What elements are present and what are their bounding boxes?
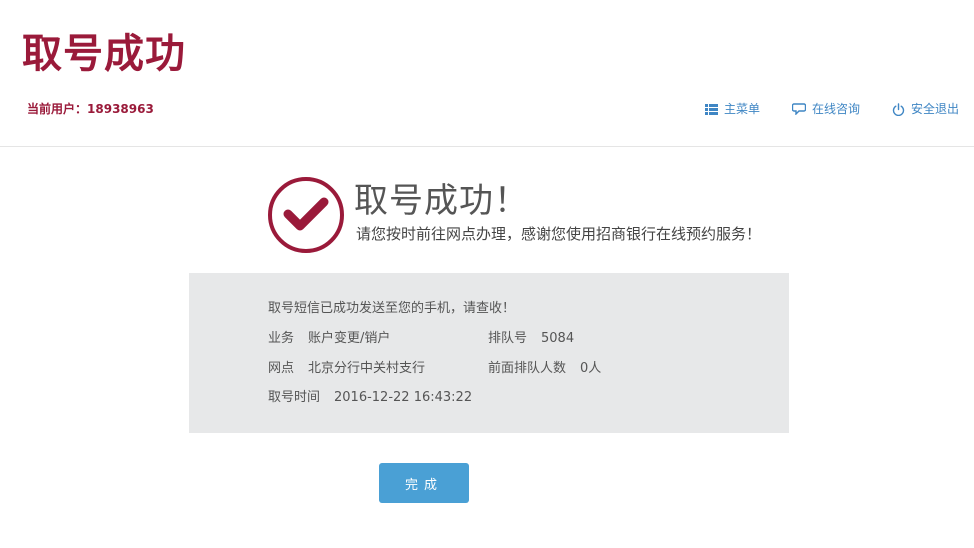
ticket-info-panel: 取号短信已成功发送至您的手机，请查收！ 业务 账户变更/销户 排队号 5084 网点… (189, 273, 789, 433)
nav-logout[interactable]: 安全退出 (892, 100, 959, 118)
current-user: 当前用户：18938963 (27, 101, 155, 117)
queue-number-value: 5084 (541, 331, 575, 346)
check-circle-icon (268, 177, 344, 253)
people-ahead-label: 前面排队人数 (488, 361, 567, 376)
success-heading: 取号成功！ (354, 181, 529, 221)
business-value: 账户变更/销户 (308, 331, 391, 346)
power-icon (892, 102, 905, 116)
queue-number-label: 排队号 (488, 331, 528, 346)
sms-notice: 取号短信已成功发送至您的手机，请查收！ (268, 301, 516, 316)
current-user-label: 当前用户： (27, 102, 88, 116)
branch-row: 网点 北京分行中关村支行 (268, 360, 425, 378)
business-row: 业务 账户变更/销户 (268, 330, 390, 348)
done-button[interactable]: 完成 (379, 463, 469, 503)
list-icon (704, 103, 718, 115)
ticket-time-label: 取号时间 (268, 390, 321, 405)
queue-number-row: 排队号 5084 (488, 330, 574, 348)
header-divider (0, 146, 974, 147)
nav-main-menu-label: 主菜单 (723, 102, 760, 116)
branch-label: 网点 (268, 361, 295, 376)
chat-bubble-icon (791, 103, 806, 115)
top-nav: 主菜单 在线咨询 安全退出 (673, 100, 959, 118)
page: 取号成功 当前用户：18938963 主菜单 在线咨询 安全退出 取号成功！ 请… (0, 0, 974, 548)
ticket-time-row: 取号时间 2016-12-22 16:43:22 (268, 389, 472, 407)
branch-value: 北京分行中关村支行 (308, 361, 426, 376)
page-title: 取号成功 (22, 31, 186, 77)
nav-online-consult-label: 在线咨询 (811, 102, 860, 116)
people-ahead-row: 前面排队人数 0人 (488, 360, 601, 378)
success-subtitle: 请您按时前往网点办理，感谢您使用招商银行在线预约服务！ (356, 225, 762, 243)
people-ahead-value: 0人 (580, 361, 602, 376)
current-user-value: 18938963 (87, 102, 154, 116)
ticket-time-value: 2016-12-22 16:43:22 (334, 390, 473, 405)
nav-logout-label: 安全退出 (910, 102, 959, 116)
nav-online-consult[interactable]: 在线咨询 (791, 100, 860, 118)
business-label: 业务 (268, 331, 295, 346)
nav-main-menu[interactable]: 主菜单 (704, 100, 760, 118)
